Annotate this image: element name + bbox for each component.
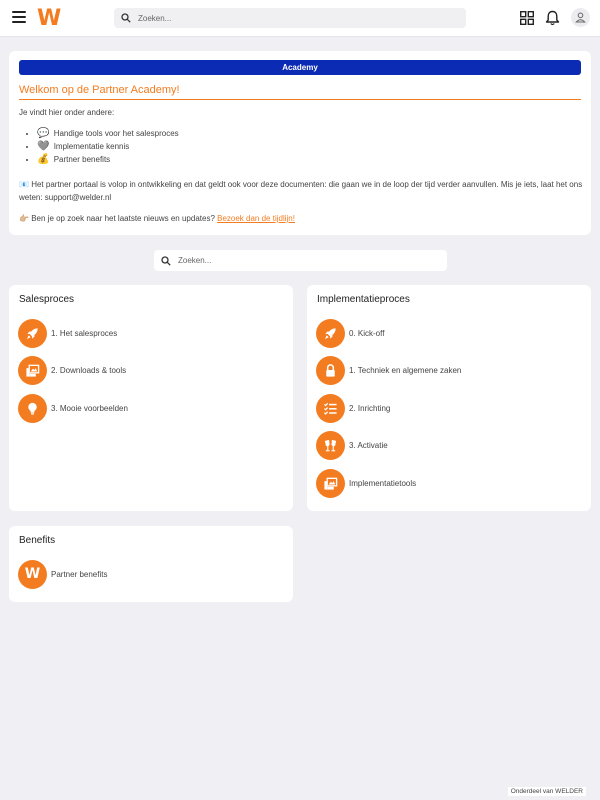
cheers-icon — [316, 431, 345, 460]
list-item-text: Partner benefits — [53, 155, 111, 164]
item-label: 2. Downloads & tools — [51, 366, 127, 375]
downloads-icon — [316, 468, 345, 498]
checklist-icon — [316, 393, 345, 423]
downloads-icon — [18, 356, 47, 385]
welder-logo-icon: W — [18, 559, 47, 589]
item-label: 3. Mooie voorbeelden — [51, 403, 128, 413]
email-icon: 📧 — [19, 180, 29, 189]
welcome-title: Welkom op de Partner Academy! — [19, 84, 581, 100]
sales-item-salesproces[interactable]: 1. Het salesproces — [18, 318, 128, 348]
list-item: 💰 Partner benefits — [37, 153, 179, 166]
feature-list: 💬 Handige tools voor het salesproces 🩶 I… — [37, 127, 179, 166]
welcome-card: Academy Welkom op de Partner Academy! Je… — [9, 51, 591, 235]
item-label: 0. Kick-off — [349, 328, 385, 338]
top-search-input[interactable] — [138, 8, 438, 28]
search-icon — [121, 13, 131, 23]
footer-credit[interactable]: Onderdeel van WELDER — [507, 787, 586, 796]
section-title: Implementatieproces — [317, 294, 410, 305]
benefits-card: Benefits W Partner benefits — [9, 526, 293, 602]
impl-item-inrichting[interactable]: 2. Inrichting — [316, 393, 461, 423]
lock-icon — [316, 356, 345, 385]
welder-logo[interactable]: W — [37, 6, 61, 31]
impl-item-activatie[interactable]: 3. Activatie — [316, 431, 461, 461]
list-item-text: Implementatie kennis — [53, 142, 130, 151]
rocket-icon — [18, 318, 47, 348]
notice-text: 📧 Het partner portaal is volop in ontwik… — [19, 178, 584, 204]
benefits-item-partner[interactable]: W Partner benefits — [18, 559, 107, 589]
grey-heart-icon: 🩶 — [37, 141, 50, 152]
content-search-bar[interactable] — [154, 250, 478, 271]
item-label: Partner benefits — [51, 569, 108, 579]
item-label: Implementatietools — [349, 478, 417, 488]
sales-item-downloads[interactable]: 2. Downloads & tools — [18, 356, 128, 386]
implementatieproces-card: Implementatieproces 0. Kick-off 1. Techn… — [307, 285, 591, 511]
list-item-text: Handige tools voor het salesproces — [53, 129, 179, 138]
timeline-link[interactable]: Bezoek dan de tijdlijn! — [217, 214, 295, 223]
news-text: Ben je op zoek naar het laatste nieuws e… — [31, 214, 215, 223]
search-icon — [161, 255, 171, 266]
pointing-hand-icon: 👉🏼 — [19, 214, 29, 223]
money-bag-icon: 💰 — [37, 154, 50, 165]
item-label: 3. Activatie — [349, 441, 388, 450]
academy-banner: Academy — [19, 60, 581, 75]
section-title: Benefits — [19, 535, 56, 546]
item-label: 2. Inrichting — [349, 403, 391, 413]
section-title: Salesproces — [19, 294, 75, 305]
impl-item-techniek[interactable]: 1. Techniek en algemene zaken — [316, 356, 461, 386]
user-avatar-icon[interactable] — [571, 8, 590, 27]
lightbulb-icon — [18, 393, 47, 423]
content-search-input[interactable] — [178, 250, 478, 271]
item-label: 1. Het salesproces — [51, 328, 118, 338]
top-search-bar[interactable] — [114, 8, 466, 28]
apps-grid-icon[interactable] — [520, 11, 534, 25]
impl-item-kickoff[interactable]: 0. Kick-off — [316, 318, 461, 348]
rocket-icon — [316, 318, 345, 348]
salesproces-card: Salesproces 1. Het salesproces 2. Downlo… — [9, 285, 293, 511]
news-line: 👉🏼 Ben je op zoek naar het laatste nieuw… — [19, 212, 295, 225]
welder-logo-letter: W — [24, 566, 41, 582]
item-label: 1. Techniek en algemene zaken — [349, 366, 462, 375]
notification-bell-icon[interactable] — [545, 10, 560, 26]
speech-bubble-icon: 💬 — [37, 128, 50, 139]
list-item: 🩶 Implementatie kennis — [37, 140, 179, 153]
notice-body: Het partner portaal is volop in ontwikke… — [19, 180, 583, 202]
list-item: 💬 Handige tools voor het salesproces — [37, 127, 179, 140]
intro-text: Je vindt hier onder andere: — [19, 108, 115, 117]
hamburger-menu-icon[interactable] — [12, 11, 26, 23]
top-bar: W — [0, 0, 600, 37]
impl-item-tools[interactable]: Implementatietools — [316, 468, 461, 498]
sales-item-voorbeelden[interactable]: 3. Mooie voorbeelden — [18, 393, 128, 423]
